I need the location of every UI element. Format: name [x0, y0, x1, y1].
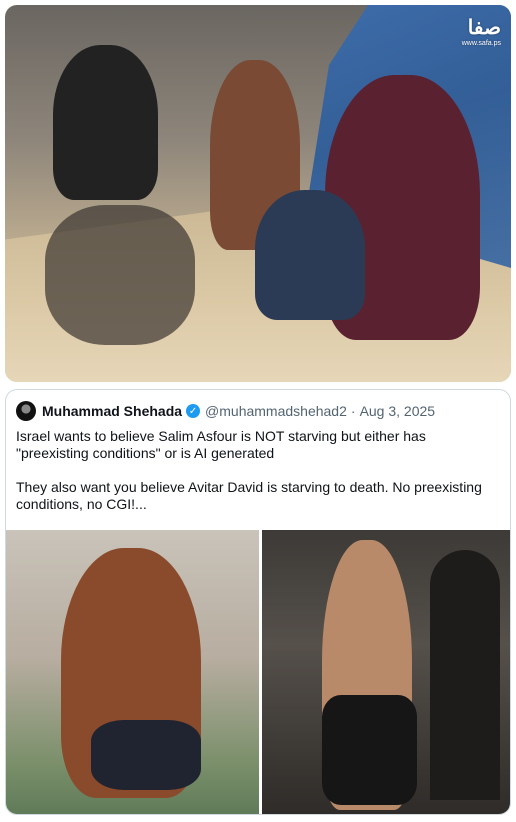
header-separator: · [350, 403, 356, 419]
fire-ash [45, 205, 195, 345]
tweet-text-paragraph-1: Israel wants to believe Salim Asfour is … [16, 428, 426, 461]
tunnel-arch [430, 550, 500, 800]
watermark-url: www.safa.ps [461, 40, 501, 47]
media-left-photo[interactable] [6, 530, 259, 814]
shorts-shape [91, 720, 201, 790]
tweet-text-paragraph-2: They also want you believe Avitar David … [16, 479, 482, 512]
author-handle[interactable]: @muhammadshehad2 [205, 403, 347, 419]
tweet-card[interactable]: Muhammad Shehada ✓ @muhammadshehad2 · Au… [5, 389, 511, 815]
shorts-shape [322, 695, 417, 805]
avatar[interactable] [16, 401, 36, 421]
tweet-text: Israel wants to believe Salim Asfour is … [16, 428, 502, 513]
seated-woman-figure [53, 45, 158, 200]
media-right-photo[interactable] [262, 530, 510, 814]
tweet-header: Muhammad Shehada ✓ @muhammadshehad2 · Au… [16, 400, 500, 422]
top-news-photo: صفا www.safa.ps [5, 5, 511, 382]
tweet-date[interactable]: Aug 3, 2025 [360, 403, 436, 419]
child-figure [255, 190, 365, 320]
safa-watermark-logo: صفا www.safa.ps [462, 15, 501, 47]
verified-badge-icon: ✓ [186, 404, 201, 418]
watermark-logo-text: صفا [467, 17, 501, 39]
author-name[interactable]: Muhammad Shehada [42, 403, 182, 419]
